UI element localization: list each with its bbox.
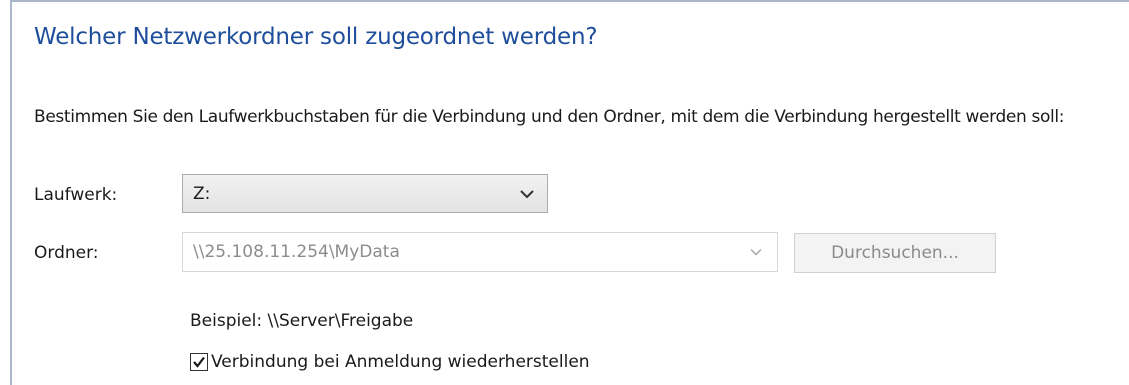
drive-letter-value: Z: <box>193 183 211 204</box>
chevron-down-icon <box>750 248 762 256</box>
chevron-down-icon <box>520 190 534 199</box>
example-path-hint: Beispiel: \\Server\Freigabe <box>190 311 414 331</box>
folder-label: Ordner: <box>34 243 99 263</box>
folder-path-combobox[interactable]: \\25.108.11.254\MyData <box>182 232 778 272</box>
frame-border-top <box>10 0 1129 2</box>
reconnect-checkbox[interactable] <box>190 353 208 371</box>
drive-letter-select[interactable]: Z: <box>182 174 548 213</box>
drive-label: Laufwerk: <box>34 185 118 205</box>
folder-path-value: \\25.108.11.254\MyData <box>193 242 400 262</box>
browse-button[interactable]: Durchsuchen... <box>794 233 996 273</box>
instruction-text: Bestimmen Sie den Laufwerkbuchstaben für… <box>34 107 1065 127</box>
checkmark-icon <box>193 356 205 368</box>
frame-border-left <box>10 0 12 385</box>
map-network-drive-dialog: Welcher Netzwerkordner soll zugeordnet w… <box>0 0 1129 385</box>
reconnect-checkbox-label: Verbindung bei Anmeldung wiederherstelle… <box>211 352 590 372</box>
page-title: Welcher Netzwerkordner soll zugeordnet w… <box>34 24 598 50</box>
reconnect-at-signin-option[interactable]: Verbindung bei Anmeldung wiederherstelle… <box>190 352 590 372</box>
